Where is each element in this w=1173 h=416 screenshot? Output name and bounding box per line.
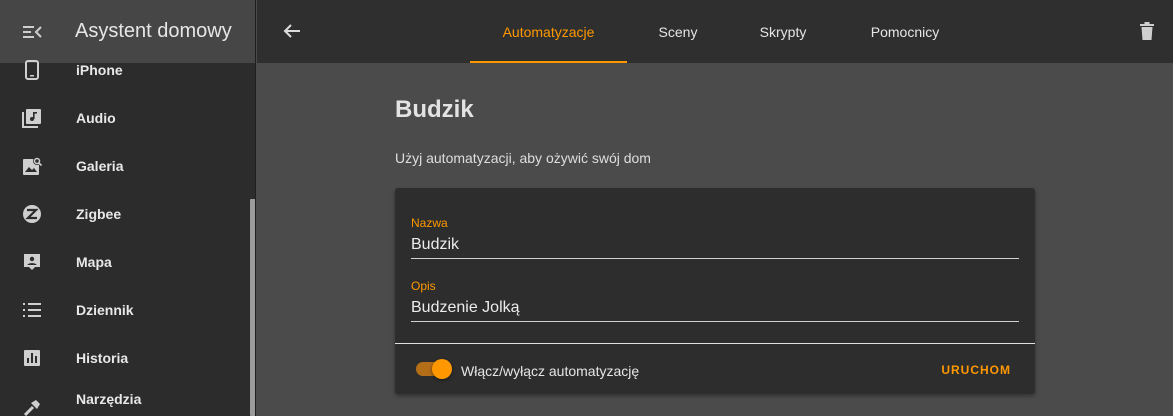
sidebar-item-label: Historia (76, 350, 129, 366)
map-account-icon (22, 252, 42, 272)
menu-collapse-icon (23, 25, 42, 38)
tab-automatyzacje[interactable]: Automatyzacje (470, 0, 627, 63)
automation-toggle[interactable] (416, 359, 452, 379)
hammer-icon (22, 398, 42, 416)
sidebar-item-label: Galeria (76, 158, 124, 174)
chart-bar-icon (22, 348, 42, 368)
tab-sceny[interactable]: Sceny (627, 0, 729, 63)
name-field-underline (411, 258, 1019, 259)
top-bar: Automatyzacje Sceny Skrypty Pomocnicy (257, 0, 1173, 63)
arrow-left-icon (283, 24, 300, 38)
tab-skrypty[interactable]: Skrypty (729, 0, 837, 63)
sidebar-item-galeria[interactable]: Galeria (0, 144, 250, 188)
tab-label: Automatyzacje (502, 23, 595, 40)
tab-label: Pomocnicy (870, 23, 940, 40)
page-title: Budzik (395, 96, 474, 123)
zigbee-icon (22, 204, 42, 224)
name-input[interactable] (411, 234, 1019, 256)
description-field-underline (411, 321, 1019, 322)
page-description: Użyj automatyzacji, aby ożywić swój dom (395, 150, 651, 166)
phone-icon (22, 60, 42, 80)
image-search-icon (22, 156, 42, 176)
description-field-label: Opis (411, 279, 436, 293)
description-input[interactable] (411, 297, 1019, 319)
sidebar-item-dziennik[interactable]: Dziennik (0, 288, 250, 332)
sidebar-scrollbar[interactable] (250, 199, 255, 416)
tab-label: Sceny (658, 23, 698, 40)
sidebar-item-iphone[interactable]: iPhone (0, 48, 250, 92)
automation-card: Nazwa Opis Włącz/wyłącz automatyzację UR… (395, 188, 1035, 394)
sidebar-item-label: Mapa (76, 254, 112, 270)
sidebar-item-zigbee[interactable]: Zigbee (0, 192, 250, 236)
library-music-icon (22, 108, 42, 128)
sidebar-item-label: Zigbee (76, 206, 122, 222)
run-button[interactable]: URUCHOM (941, 363, 1011, 377)
sidebar-item-label: Dziennik (76, 302, 134, 318)
toggle-label: Włącz/wyłącz automatyzację (461, 363, 640, 379)
sidebar-item-label: Audio (76, 110, 116, 126)
sidebar-item-label: Narzędzia (76, 391, 142, 407)
app-title: Asystent domowy (75, 20, 232, 42)
sidebar: Asystent domowy iPhone Audio Galeria Zig… (0, 0, 256, 416)
tab-pomocnicy[interactable]: Pomocnicy (837, 0, 973, 63)
toggle-thumb (432, 359, 452, 379)
sidebar-item-label: iPhone (76, 62, 123, 78)
back-button[interactable] (279, 18, 305, 44)
card-divider (395, 343, 1035, 344)
delete-button[interactable] (1135, 18, 1159, 44)
sidebar-item-narzedzia[interactable]: Narzędzia (0, 374, 250, 416)
list-icon (22, 300, 42, 320)
sidebar-item-audio[interactable]: Audio (0, 96, 250, 140)
name-field: Nazwa (411, 216, 1019, 259)
name-field-label: Nazwa (411, 216, 448, 230)
tab-label: Skrypty (759, 23, 807, 40)
trash-icon (1140, 22, 1154, 40)
description-field: Opis (411, 279, 1019, 322)
sidebar-item-mapa[interactable]: Mapa (0, 240, 250, 284)
